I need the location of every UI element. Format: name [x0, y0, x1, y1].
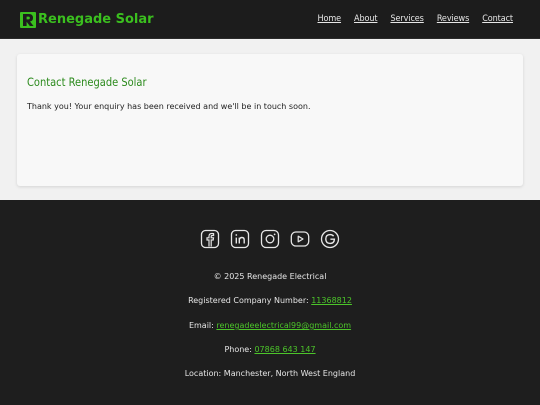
location-line: Location: Manchester, North West England [184, 369, 356, 378]
nav-services[interactable]: Services [390, 14, 423, 24]
nav-contact[interactable]: Contact [482, 14, 513, 24]
company-number-label: Registered Company Number: [188, 296, 309, 305]
nav-about[interactable]: About [354, 14, 378, 24]
company-number-line: Registered Company Number: 11368812 [0, 296, 540, 305]
email-line: Email: renegadeelectrical99@gmail.com [0, 321, 540, 330]
email-label: Email: [188, 321, 214, 330]
logo-link[interactable]: Renegade Solar [20, 11, 154, 28]
social-links [200, 229, 340, 249]
google-icon[interactable] [320, 229, 340, 249]
facebook-icon[interactable] [200, 229, 220, 249]
company-number-link[interactable]: 11368812 [311, 296, 352, 305]
phone-line: Phone: 07868 643 147 [0, 345, 540, 354]
nav-home[interactable]: Home [318, 14, 342, 24]
instagram-icon[interactable] [260, 229, 280, 249]
phone-label: Phone: [224, 345, 252, 354]
site-footer: © 2025 Renegade Electrical Registered Co… [0, 200, 540, 405]
brand-name: Renegade Solar [38, 12, 154, 27]
confirmation-message: Thank you! Your enquiry has been receive… [27, 102, 311, 111]
logo-icon [20, 11, 36, 28]
phone-link[interactable]: 07868 643 147 [254, 345, 315, 354]
linkedin-icon[interactable] [230, 229, 250, 249]
youtube-icon[interactable] [290, 229, 310, 249]
site-header: Renegade Solar Home About Services Revie… [0, 0, 540, 39]
copyright: © 2025 Renegade Electrical [213, 272, 327, 281]
page-title: Contact Renegade Solar [27, 75, 147, 89]
nav-reviews[interactable]: Reviews [437, 14, 469, 24]
email-link[interactable]: renegadeelectrical99@gmail.com [216, 321, 351, 330]
contact-card: Contact Renegade Solar Thank you! Your e… [17, 54, 523, 186]
main-nav: Home About Services Reviews Contact [318, 14, 514, 24]
